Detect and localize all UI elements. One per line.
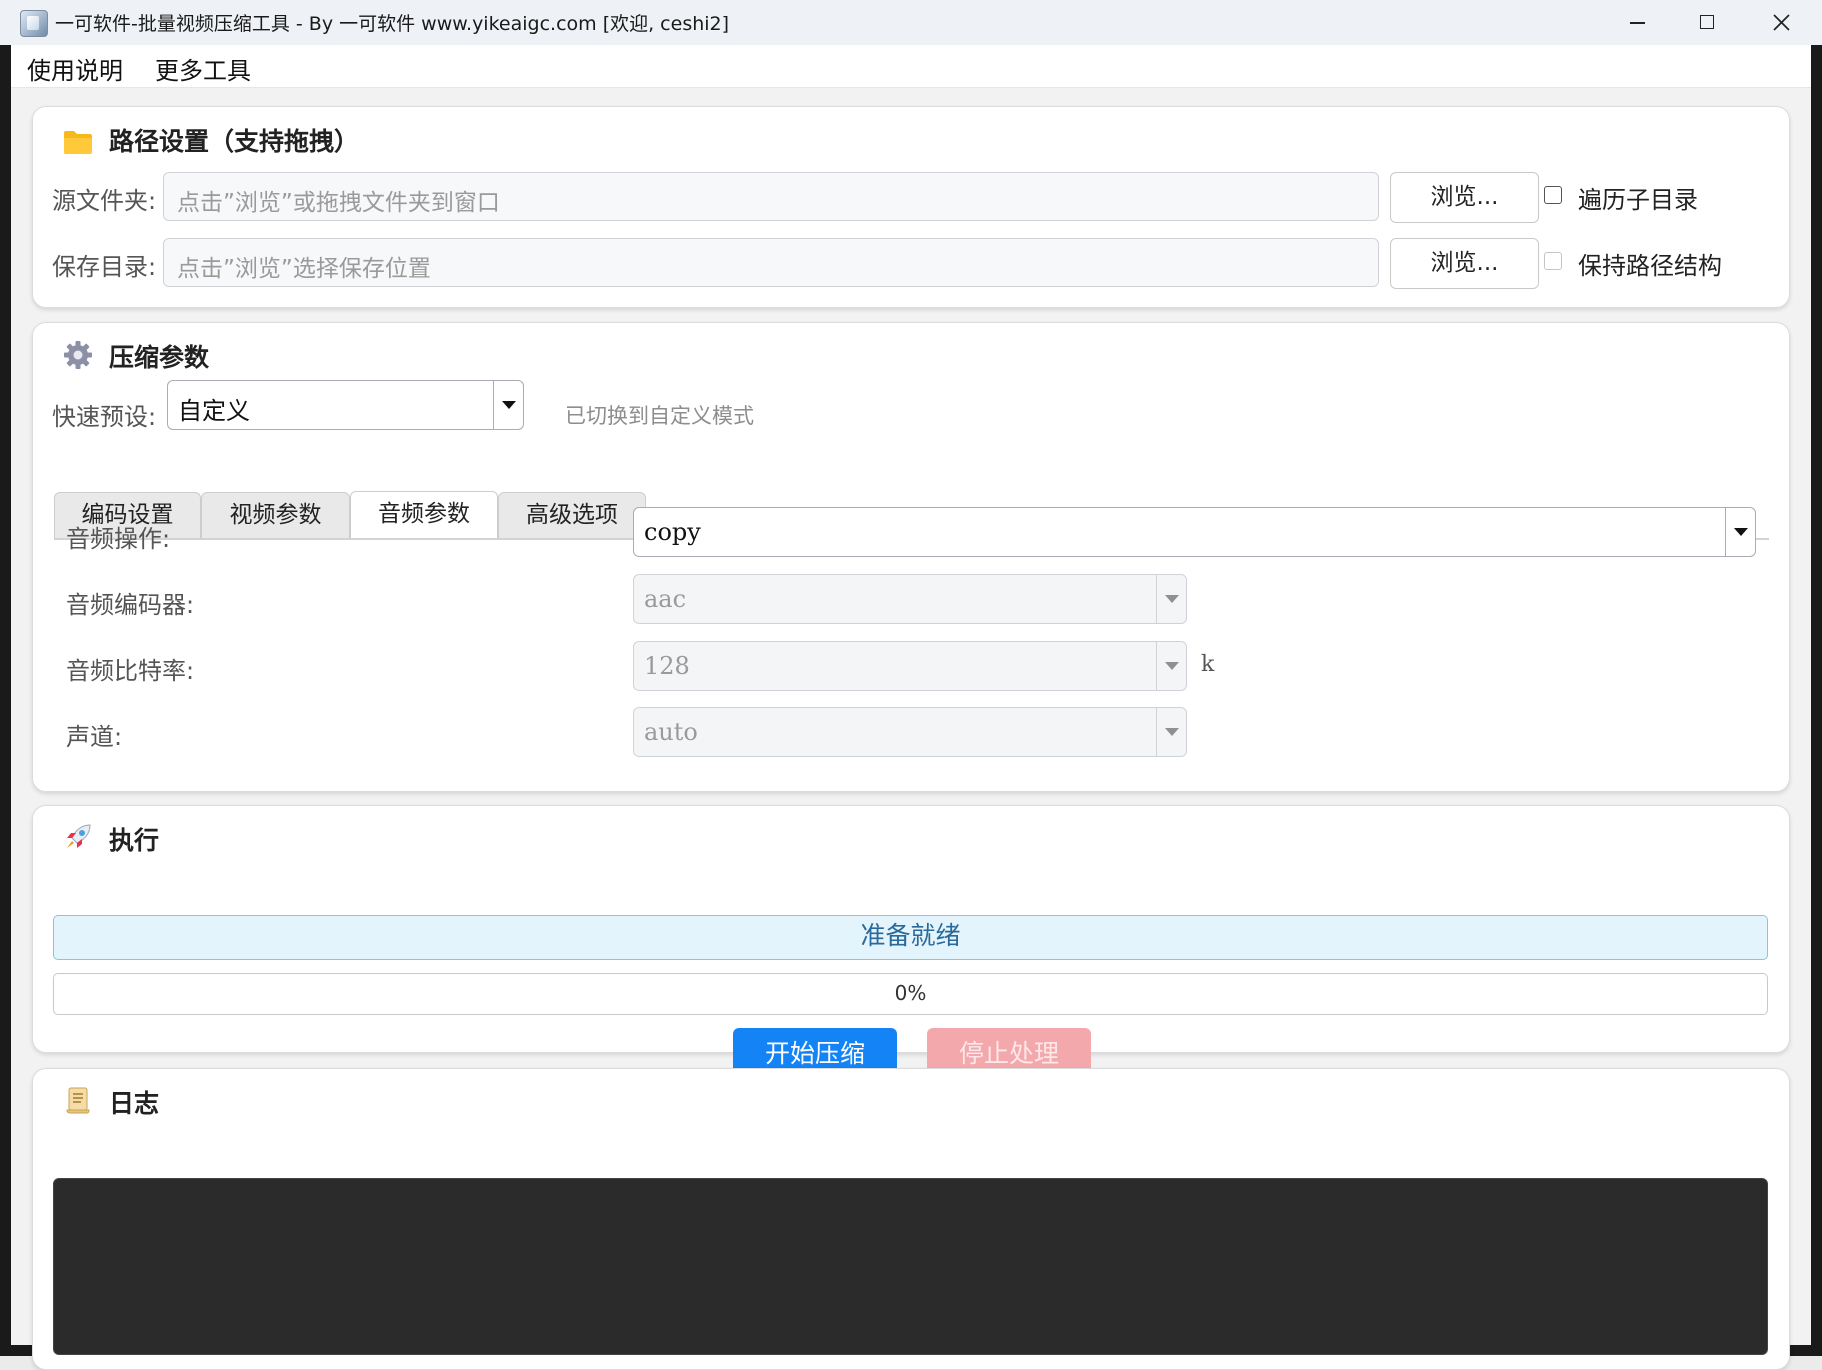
menu-item-more-tools[interactable]: 更多工具 [155,51,251,86]
keep-structure-checkbox[interactable] [1544,252,1562,270]
audio-operation-label: 音频操作: [66,525,171,553]
recurse-subdirs-checkbox[interactable] [1544,186,1562,204]
audio-bitrate-value: 128 [644,652,690,680]
tab-video[interactable]: 视频参数 [201,492,350,538]
chevron-down-icon [1156,708,1186,756]
maximize-button[interactable] [1672,0,1742,45]
window-title: 一可软件-批量视频压缩工具 - By 一可软件 www.yikeaigc.com… [55,13,730,35]
scroll-icon [63,1085,93,1119]
menu-item-help[interactable]: 使用说明 [27,51,123,86]
audio-operation-select[interactable]: copy [633,507,1756,557]
preset-select[interactable]: 自定义 [167,380,524,430]
menu-bar: 使用说明 更多工具 [11,45,1811,88]
source-folder-input[interactable]: 点击”浏览”或拖拽文件夹到窗口 [163,172,1379,221]
audio-codec-select[interactable]: aac [633,574,1187,624]
client-area: 使用说明 更多工具 路径设置（支持拖拽） 源文件夹: 点击”浏览”或拖拽文件夹到… [11,45,1811,1370]
audio-codec-value: aac [644,585,687,613]
preset-label: 快速预设: [52,403,157,431]
compress-params-title: 压缩参数 [109,343,210,372]
audio-operation-value: copy [644,518,701,546]
window-border-left [0,45,11,1345]
audio-codec-label: 音频编码器: [66,591,195,619]
audio-bitrate-unit: k [1201,652,1215,677]
rocket-icon [63,822,93,856]
execute-title: 执行 [109,826,160,855]
audio-channels-select[interactable]: auto [633,707,1187,757]
path-settings-panel: 路径设置（支持拖拽） 源文件夹: 点击”浏览”或拖拽文件夹到窗口 浏览... 遍… [32,106,1790,308]
keep-structure-label: 保持路径结构 [1578,252,1722,280]
log-output[interactable] [53,1178,1768,1355]
close-icon [1773,14,1790,31]
chevron-down-icon [1156,642,1186,690]
progress-text: 0% [894,981,927,1005]
preset-hint: 已切换到自定义模式 [565,404,754,428]
recurse-subdirs-label: 遍历子目录 [1578,186,1698,214]
app-icon [20,10,48,37]
close-button[interactable] [1742,0,1822,45]
path-settings-title: 路径设置（支持拖拽） [109,127,360,156]
progress-bar: 0% [53,973,1768,1015]
tab-audio[interactable]: 音频参数 [350,491,498,539]
gear-icon [63,340,93,374]
tab-advanced[interactable]: 高级选项 [498,492,646,538]
source-browse-button[interactable]: 浏览... [1390,172,1539,223]
minimize-button[interactable] [1602,0,1672,45]
audio-bitrate-label: 音频比特率: [66,657,195,685]
status-bar: 准备就绪 [53,915,1768,960]
chevron-down-icon [1725,508,1755,556]
save-dir-placeholder: 点击”浏览”选择保存位置 [177,256,431,282]
chevron-down-icon [1156,575,1186,623]
log-title: 日志 [109,1089,160,1118]
folder-icon [63,129,93,159]
audio-bitrate-select[interactable]: 128 [633,641,1187,691]
save-dir-label: 保存目录: [52,253,157,281]
save-dir-input[interactable]: 点击”浏览”选择保存位置 [163,238,1379,287]
preset-value: 自定义 [178,397,250,425]
title-bar: 一可软件-批量视频压缩工具 - By 一可软件 www.yikeaigc.com… [0,0,1822,45]
window-border-right [1811,45,1822,1345]
source-folder-placeholder: 点击”浏览”或拖拽文件夹到窗口 [177,190,500,216]
save-browse-button[interactable]: 浏览... [1390,238,1539,289]
audio-channels-label: 声道: [66,723,123,751]
chevron-down-icon [493,381,523,429]
audio-channels-value: auto [644,718,698,746]
source-folder-label: 源文件夹: [52,187,157,215]
